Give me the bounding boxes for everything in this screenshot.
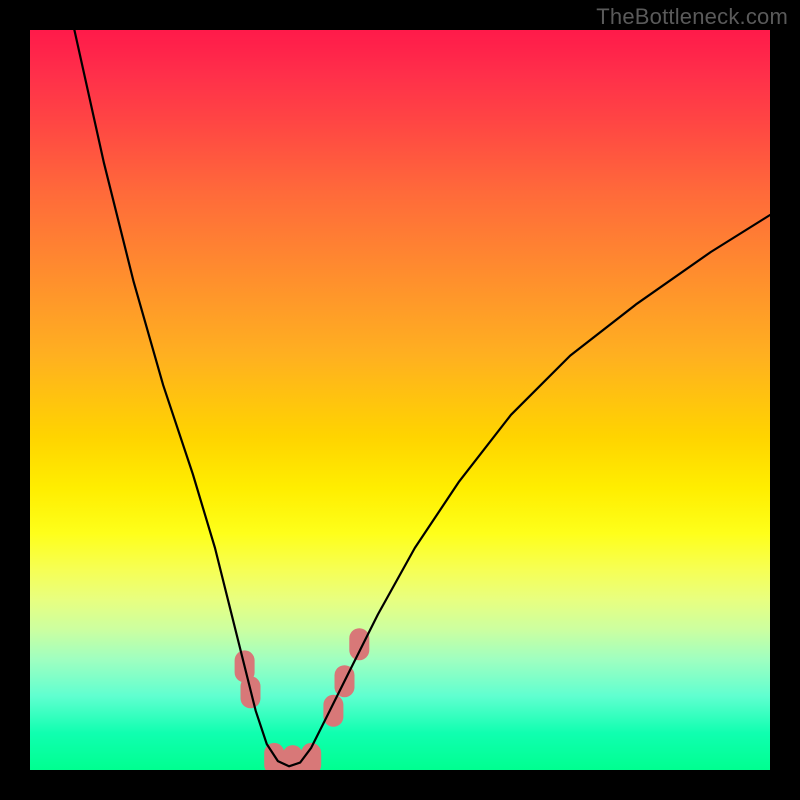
watermark-text: TheBottleneck.com — [596, 4, 788, 30]
bottleneck-curve — [74, 30, 770, 766]
highlight-band — [235, 628, 370, 770]
highlight-pill — [349, 628, 369, 660]
highlight-pill — [323, 695, 343, 727]
chart-frame: TheBottleneck.com — [0, 0, 800, 800]
highlight-pill — [283, 745, 303, 770]
curve-svg — [30, 30, 770, 770]
plot-area — [30, 30, 770, 770]
